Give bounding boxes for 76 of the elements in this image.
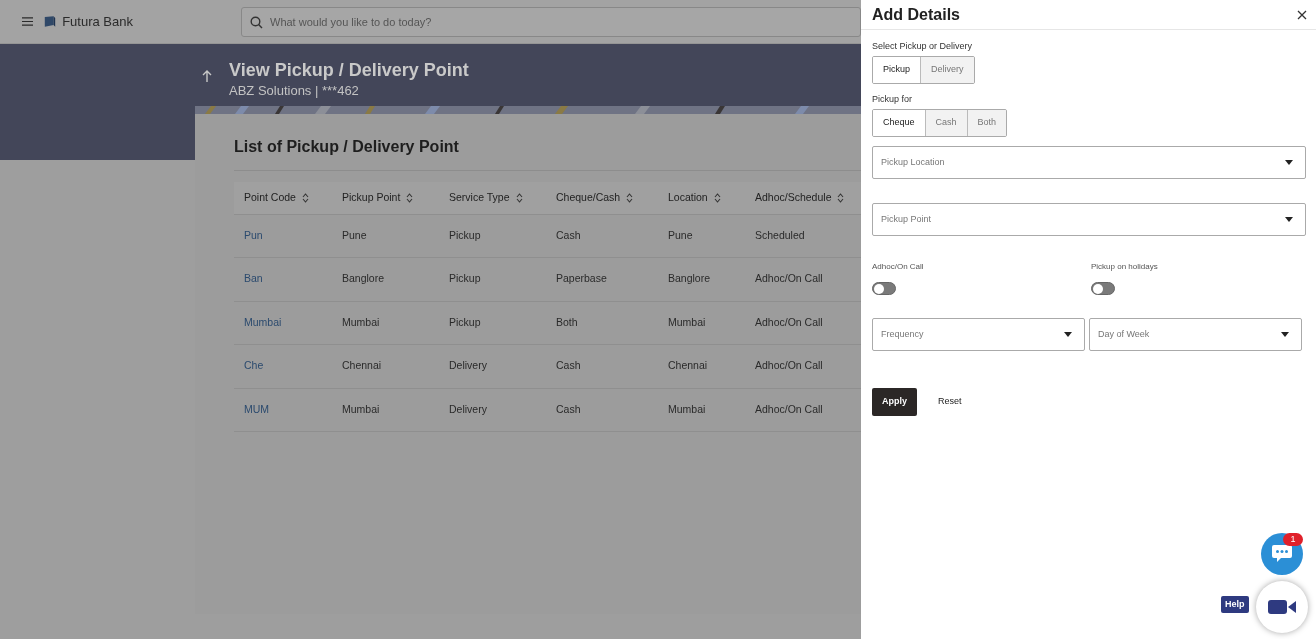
- segment-option[interactable]: Delivery: [920, 57, 974, 83]
- sort-icon[interactable]: [301, 192, 309, 203]
- back-arrow-icon[interactable]: [202, 70, 212, 82]
- menu-icon[interactable]: [22, 16, 34, 27]
- table-cell: Both: [556, 315, 578, 328]
- column-header[interactable]: Point Code: [244, 189, 296, 206]
- sort-icon[interactable]: [626, 192, 634, 203]
- caret-icon: [1281, 332, 1289, 337]
- table-cell: Cash: [556, 359, 581, 372]
- segment-option[interactable]: Cash: [924, 110, 967, 136]
- page-subtitle: ABZ Solutions | ***462: [229, 82, 360, 100]
- select-field[interactable]: Day of Week: [1089, 318, 1302, 351]
- apply-button[interactable]: Apply: [872, 388, 917, 416]
- point-code-link[interactable]: Che: [244, 359, 264, 372]
- notification-badge: 1: [1283, 533, 1303, 546]
- table-cell: Mumbai: [342, 315, 380, 328]
- caret-icon: [1285, 160, 1293, 165]
- table-cell: Pune: [342, 228, 367, 241]
- drawer-title: Add Details: [872, 5, 960, 25]
- table-cell: Delivery: [449, 402, 487, 415]
- section-title: List of Pickup / Delivery Point: [234, 137, 460, 157]
- column-header[interactable]: Pickup Point: [342, 189, 401, 206]
- field-label: Select Pickup or Delivery: [872, 40, 974, 52]
- table-cell: Pune: [668, 228, 693, 241]
- toggle-switch[interactable]: [872, 282, 896, 295]
- point-code-link[interactable]: Ban: [244, 272, 263, 285]
- search-icon: [250, 15, 263, 29]
- table-cell: Cash: [556, 228, 581, 241]
- select-field[interactable]: Pickup Point: [872, 203, 1306, 236]
- point-code-link[interactable]: Pun: [244, 228, 263, 241]
- sort-icon[interactable]: [837, 192, 845, 203]
- chat-icon: [1271, 544, 1293, 564]
- close-icon[interactable]: [1297, 9, 1307, 20]
- sort-icon[interactable]: [713, 192, 721, 203]
- table-cell: Mumbai: [342, 402, 380, 415]
- sort-icon[interactable]: [406, 192, 414, 203]
- column-header[interactable]: Cheque/Cash: [556, 189, 621, 206]
- table-cell: Chennai: [668, 359, 708, 372]
- video-camera-icon: [1268, 599, 1296, 615]
- column-header[interactable]: Service Type: [449, 189, 510, 206]
- column-header[interactable]: Location: [668, 189, 708, 206]
- caret-icon: [1064, 332, 1072, 337]
- table-cell: Adhoc/On Call: [755, 359, 823, 372]
- table-cell: Pickup: [449, 315, 481, 328]
- table-cell: Banglore: [342, 272, 385, 285]
- brand-name: Futura Bank: [62, 12, 133, 31]
- field-label: Pickup for: [872, 93, 914, 105]
- select-field[interactable]: Frequency: [872, 318, 1085, 351]
- column-header[interactable]: Adhoc/Schedule: [755, 189, 832, 206]
- table-cell: Mumbai: [668, 402, 706, 415]
- table-cell: Pickup: [449, 272, 481, 285]
- point-code-link[interactable]: Mumbai: [244, 315, 282, 328]
- search-field[interactable]: What would you like to do today?: [241, 6, 861, 37]
- table-cell: Mumbai: [668, 315, 706, 328]
- table-cell: Chennai: [342, 359, 382, 372]
- caret-icon: [1285, 217, 1293, 222]
- toggle-label: Adhoc/On Call: [872, 262, 925, 272]
- table-cell: Cash: [556, 402, 581, 415]
- table-cell: Adhoc/On Call: [755, 272, 823, 285]
- page-title: View Pickup / Delivery Point: [229, 59, 469, 82]
- table-cell: Adhoc/On Call: [755, 315, 823, 328]
- table-cell: Pickup: [449, 228, 481, 241]
- table-cell: Banglore: [668, 272, 711, 285]
- point-code-link[interactable]: MUM: [244, 402, 270, 415]
- segment-option[interactable]: Both: [966, 110, 1007, 136]
- table-cell: Paperbase: [556, 272, 607, 285]
- table-cell: Scheduled: [755, 228, 805, 241]
- select-field[interactable]: Pickup Location: [872, 146, 1306, 179]
- help-label[interactable]: Help: [1221, 596, 1249, 613]
- toggle-switch[interactable]: [1091, 282, 1115, 295]
- reset-button[interactable]: Reset: [938, 395, 962, 409]
- table-cell: Adhoc/On Call: [755, 402, 823, 415]
- sort-icon[interactable]: [515, 192, 523, 203]
- table-cell: Delivery: [449, 359, 487, 372]
- logo-icon: [44, 14, 57, 29]
- toggle-label: Pickup on holidays: [1091, 262, 1159, 272]
